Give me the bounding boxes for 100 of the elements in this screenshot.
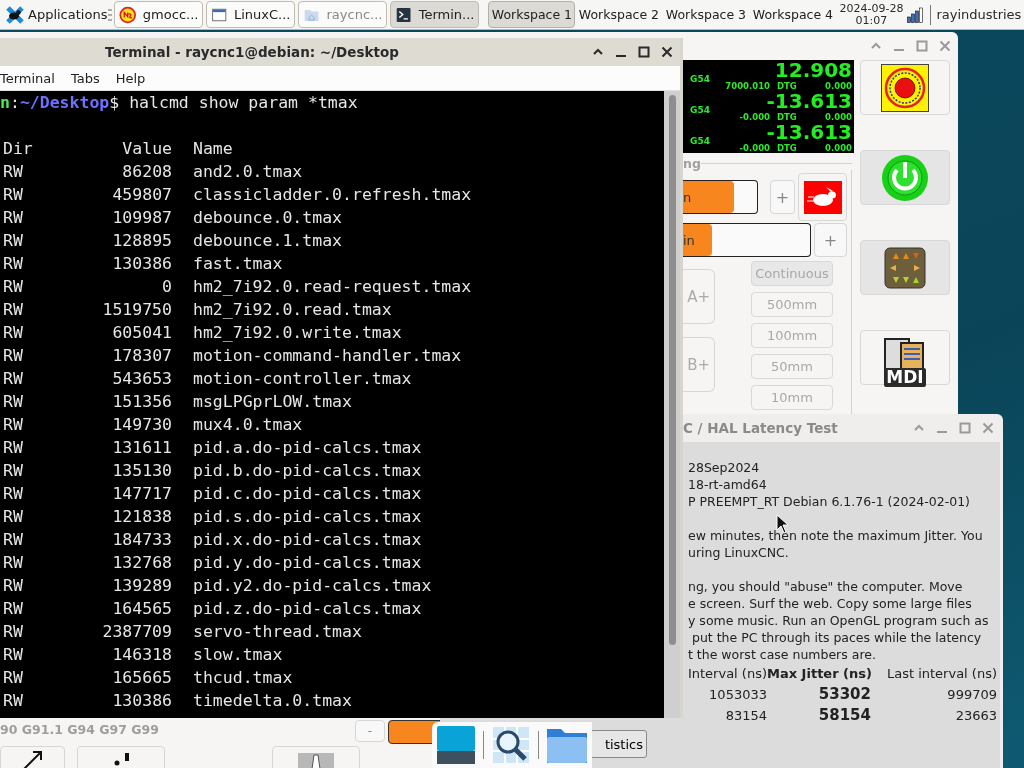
- window-icon[interactable]: [436, 725, 476, 765]
- axis-position: -13.613: [766, 122, 852, 143]
- rabbit-icon: [803, 180, 842, 214]
- value-cell-text: 543653: [111, 368, 172, 390]
- search-icon[interactable]: [491, 725, 531, 765]
- scrollbar[interactable]: [664, 91, 680, 718]
- dir-cell-text: RW: [3, 299, 24, 321]
- param-name: pid.y2.do-pid-calcs.tmax: [193, 575, 433, 597]
- table-cell-text: 23663: [954, 707, 997, 725]
- value-cell-text: 149730: [111, 414, 172, 436]
- power-icon: [881, 153, 929, 202]
- task-button[interactable]: gmocc...: [114, 1, 204, 28]
- task-button[interactable]: LinuxC...: [206, 1, 296, 28]
- dtg-value: 0.000: [825, 112, 852, 122]
- system-info-text: 28Sep2024 18-rt-amd64 P PREEMPT_RT Debian 6.1.76-1 (2024-02-01): [688, 459, 970, 510]
- param-name: classicladder.0.refresh.tmax: [193, 184, 473, 206]
- workspace-button[interactable]: Workspace 3: [662, 1, 750, 28]
- tool-button[interactable]: [0, 746, 65, 768]
- table-cell-text: 999709: [946, 686, 997, 704]
- applications-menu[interactable]: Applications: [0, 1, 108, 28]
- menu-item[interactable]: Terminal: [0, 70, 62, 86]
- signal-icon[interactable]: [907, 6, 925, 23]
- offset-label: G54: [689, 136, 710, 146]
- param-name: hm2_7i92.0.write.tmax: [193, 322, 403, 344]
- power-button[interactable]: [860, 150, 950, 205]
- frame-label: ng: [683, 155, 701, 171]
- dir-cell-text: RW: [3, 161, 24, 183]
- minimize-icon: [935, 431, 948, 433]
- mouse-logo-icon: [5, 4, 25, 25]
- value-cell-text: 165665: [111, 667, 172, 689]
- value-cell-text: 1519750: [101, 299, 172, 321]
- dir-cell-text: RW: [3, 207, 24, 229]
- dir-cell-text: RW: [3, 322, 24, 344]
- menu-item[interactable]: Tabs: [70, 70, 107, 86]
- value-cell-text: 0: [161, 276, 172, 298]
- jog-arrows-icon: [884, 246, 926, 289]
- value-cell-text: 135130: [111, 460, 172, 482]
- mdi-button[interactable]: MDI: [860, 330, 950, 385]
- dir-cell-text: RW: [3, 552, 24, 574]
- rabbit-button[interactable]: [798, 173, 847, 221]
- maximize-icon: [958, 422, 971, 434]
- table-cell-text: 53302: [817, 684, 871, 705]
- window-title: Terminal - raycnc1@debian: ~/Desktop: [104, 44, 400, 60]
- dtg-value: 0.000: [825, 81, 852, 91]
- speed-slider[interactable]: in: [683, 223, 811, 257]
- workspace-button[interactable]: Workspace 2: [575, 1, 663, 28]
- speed-slider[interactable]: n: [683, 180, 758, 214]
- value-cell-text: 605041: [111, 322, 172, 344]
- dtg-label: DTG: [776, 112, 798, 122]
- table-cell-text: 1053033: [708, 686, 767, 704]
- param-name: pid.b.do-pid-calcs.tmax: [193, 460, 423, 482]
- jog-button[interactable]: [860, 240, 950, 295]
- menu-item[interactable]: Help: [115, 70, 153, 86]
- workspace-button[interactable]: Workspace 4: [749, 1, 837, 28]
- close-icon: [938, 40, 951, 52]
- value-cell-text: 109987: [111, 207, 172, 229]
- dir-cell-text: RW: [3, 230, 24, 252]
- param-name: debounce.0.tmax: [193, 207, 343, 229]
- dtg-label: DTG: [776, 143, 798, 153]
- window-title: C / HAL Latency Test: [683, 420, 839, 436]
- command-line: n:~/Desktop$ halcmd show param *tmax: [0, 92, 359, 114]
- column-header: Dir: [3, 138, 34, 160]
- dir-cell-text: RW: [3, 437, 24, 459]
- param-name: fast.tmax: [193, 253, 284, 275]
- mdi-label: MDI: [884, 367, 926, 387]
- dtg-value: 0.000: [825, 143, 852, 153]
- tool-button[interactable]: [77, 746, 165, 768]
- dir-cell-text: RW: [3, 483, 24, 505]
- dir-cell-text: RW: [3, 644, 24, 666]
- active-gcodes: 90 G91.1 G94 G97 G99: [0, 721, 160, 737]
- clock-time: 01:07: [855, 14, 888, 27]
- column-header: Max Jitter (ns): [767, 665, 871, 683]
- dir-cell-text: RW: [3, 506, 24, 528]
- table-cell-text: 58154: [817, 705, 871, 726]
- commanded-value: 7000.010: [724, 81, 770, 91]
- value-cell-text: 147717: [111, 483, 172, 505]
- value-cell-text: 178307: [111, 345, 172, 367]
- emblem-icon: [119, 4, 137, 25]
- value-cell-text: 130386: [111, 253, 172, 275]
- value-cell-text: 139289: [111, 575, 172, 597]
- dir-cell-text: RW: [3, 391, 24, 413]
- close-icon: [660, 46, 673, 58]
- task-button[interactable]: Termin...: [390, 1, 480, 28]
- statistics-button[interactable]: tistics: [590, 730, 647, 758]
- handle-icon[interactable]: [108, 8, 113, 21]
- column-header: Interval (ns): [686, 665, 767, 683]
- minimize-icon: [892, 49, 905, 51]
- param-name: pid.y.do-pid-calcs.tmax: [193, 552, 423, 574]
- estop-button[interactable]: [860, 60, 950, 115]
- value-cell-text: 132768: [111, 552, 172, 574]
- user-name[interactable]: rayindustries: [936, 7, 1022, 22]
- minimize-icon: [614, 55, 627, 57]
- value-cell-text: 164565: [111, 598, 172, 620]
- dtg-label: DTG: [776, 81, 798, 91]
- value-cell-text: 459807: [111, 184, 172, 206]
- value-cell-text: 2387709: [101, 621, 172, 643]
- workspace-button[interactable]: Workspace 1: [488, 1, 576, 28]
- param-name: timedelta.0.tmax: [193, 690, 353, 712]
- value-cell-text: 184733: [111, 529, 172, 551]
- param-name: pid.a.do-pid-calcs.tmax: [193, 437, 423, 459]
